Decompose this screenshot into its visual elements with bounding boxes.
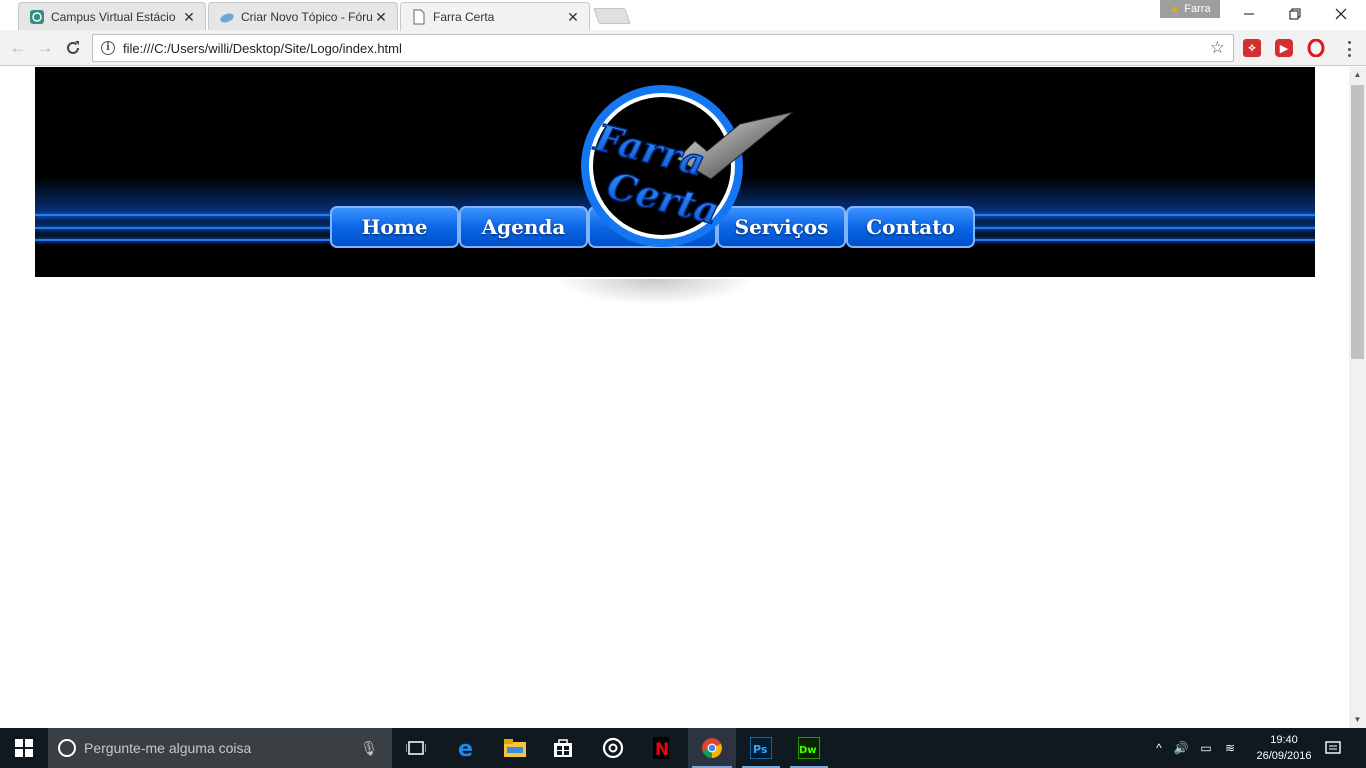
start-button[interactable]	[0, 728, 48, 768]
cortana-icon	[58, 739, 76, 757]
close-tab-icon[interactable]: ✕	[181, 9, 197, 25]
music-icon	[602, 737, 624, 759]
reload-button[interactable]	[61, 36, 85, 60]
page-icon	[411, 9, 427, 25]
system-tray: ^ 🔊 ▭ ≋	[1150, 728, 1242, 768]
cortana-search[interactable]: Pergunte-me alguma coisa 🎙	[48, 728, 392, 768]
chrome-app[interactable]	[688, 728, 736, 768]
photoshop-app[interactable]: Ps	[738, 728, 784, 768]
windows-icon	[15, 739, 33, 757]
site-header-banner: Home Agenda Serviços Contato Farra Certa	[35, 67, 1315, 277]
minimize-button[interactable]	[1226, 0, 1272, 28]
windows-taskbar: Pergunte-me alguma coisa 🎙 e N Ps Dw ^ 🔊…	[0, 728, 1366, 768]
wifi-icon[interactable]: ≋	[1218, 741, 1242, 755]
folder-icon	[504, 739, 526, 757]
netflix-app[interactable]: N	[638, 728, 684, 768]
edge-app[interactable]: e	[444, 728, 490, 768]
svg-text:Ps: Ps	[753, 743, 768, 756]
store-app[interactable]	[540, 728, 586, 768]
clock-date: 26/09/2016	[1256, 750, 1312, 762]
task-view-icon	[406, 741, 426, 755]
url-text[interactable]: file:///C:/Users/willi/Desktop/Site/Logo…	[123, 41, 1210, 56]
page-scrollbar[interactable]: ▲ ▼	[1349, 67, 1366, 728]
dreamweaver-icon: Dw	[798, 737, 820, 759]
logo-shadow	[555, 279, 755, 305]
extension-video-icon[interactable]: ▶	[1275, 39, 1293, 57]
system-clock[interactable]: 19:40 26/09/2016	[1250, 732, 1318, 764]
scroll-thumb[interactable]	[1351, 85, 1364, 359]
clock-time: 19:40	[1270, 734, 1298, 746]
edge-icon: e	[458, 737, 473, 759]
info-icon[interactable]: i	[101, 41, 115, 55]
scroll-down-arrow-icon[interactable]: ▼	[1349, 712, 1366, 728]
extension-acrobat-icon[interactable]: ⟡	[1243, 39, 1261, 57]
file-explorer-app[interactable]	[492, 728, 538, 768]
microphone-icon[interactable]: 🎙	[360, 740, 378, 757]
action-center-button[interactable]	[1320, 728, 1346, 768]
notification-icon	[1325, 741, 1341, 754]
globe-icon	[29, 9, 45, 25]
tab-forum[interactable]: Criar Novo Tópico - Fórum ✕	[208, 2, 398, 30]
search-placeholder: Pergunte-me alguma coisa	[84, 740, 252, 756]
netflix-icon: N	[653, 737, 669, 759]
address-bar[interactable]: i file:///C:/Users/willi/Desktop/Site/Lo…	[92, 34, 1234, 62]
photoshop-icon: Ps	[750, 737, 772, 759]
chrome-icon	[702, 738, 722, 758]
nav-home[interactable]: Home	[330, 206, 459, 248]
chrome-menu-icon[interactable]	[1340, 40, 1358, 58]
forum-icon	[219, 9, 235, 25]
volume-icon[interactable]: 🔊	[1168, 741, 1194, 755]
title-bar: Campus Virtual Estácio ✕ Criar Novo Tópi…	[0, 0, 1366, 31]
svg-text:N: N	[655, 740, 669, 759]
scroll-up-arrow-icon[interactable]: ▲	[1349, 67, 1366, 83]
opera-icon[interactable]	[1307, 39, 1325, 57]
show-hidden-icons-icon[interactable]: ^	[1150, 741, 1168, 755]
profile-name: Farra	[1184, 3, 1211, 15]
site-logo[interactable]: Farra Certa	[525, 79, 825, 259]
browser-toolbar: ← → i file:///C:/Users/willi/Desktop/Sit…	[0, 30, 1366, 66]
tab-title: Campus Virtual Estácio	[51, 9, 176, 24]
close-tab-icon[interactable]: ✕	[373, 9, 389, 25]
tab-campus-virtual[interactable]: Campus Virtual Estácio ✕	[18, 2, 206, 30]
tab-title: Criar Novo Tópico - Fórum	[241, 9, 373, 24]
tab-farra-certa[interactable]: Farra Certa ✕	[400, 2, 590, 31]
profile-button[interactable]: ▲ Farra	[1160, 0, 1220, 18]
warning-icon: ▲	[1169, 3, 1181, 15]
store-icon	[554, 739, 572, 757]
back-button[interactable]: ←	[6, 36, 30, 60]
dreamweaver-app[interactable]: Dw	[786, 728, 832, 768]
reload-icon	[67, 41, 79, 54]
forward-button[interactable]: →	[33, 36, 57, 60]
bookmark-star-icon[interactable]: ☆	[1210, 38, 1225, 58]
groove-app[interactable]	[590, 728, 636, 768]
nav-contato[interactable]: Contato	[846, 206, 975, 248]
task-view-button[interactable]	[394, 728, 438, 768]
close-tab-icon[interactable]: ✕	[565, 9, 581, 25]
svg-text:Dw: Dw	[799, 745, 817, 756]
new-tab-button[interactable]	[593, 8, 631, 24]
tab-title: Farra Certa	[433, 10, 495, 24]
page-viewport: Home Agenda Serviços Contato Farra Certa	[0, 67, 1349, 728]
battery-icon[interactable]: ▭	[1194, 741, 1218, 755]
close-window-button[interactable]	[1318, 0, 1364, 28]
restore-button[interactable]	[1272, 0, 1318, 28]
svg-text:e: e	[458, 737, 473, 759]
